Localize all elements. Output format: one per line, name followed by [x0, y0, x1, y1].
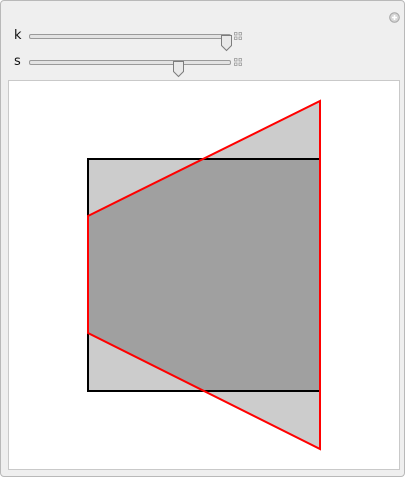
slider-options-icon[interactable]	[234, 58, 242, 66]
slider-thumb-s[interactable]	[172, 60, 185, 78]
geometry-plot	[87, 99, 321, 451]
slider-thumb-k[interactable]	[220, 34, 233, 52]
plus-circle-icon[interactable]	[389, 12, 400, 23]
slider-row-s: s	[1, 54, 404, 78]
slider-label-k: k	[14, 28, 22, 43]
slider-options-icon[interactable]	[234, 32, 242, 40]
slider-track-k[interactable]	[29, 34, 232, 52]
slider-label-s: s	[14, 54, 21, 69]
graphics-output	[8, 80, 400, 470]
slider-row-k: k	[1, 28, 404, 52]
manipulate-panel: k s	[0, 0, 405, 477]
slider-track-s[interactable]	[29, 60, 231, 78]
